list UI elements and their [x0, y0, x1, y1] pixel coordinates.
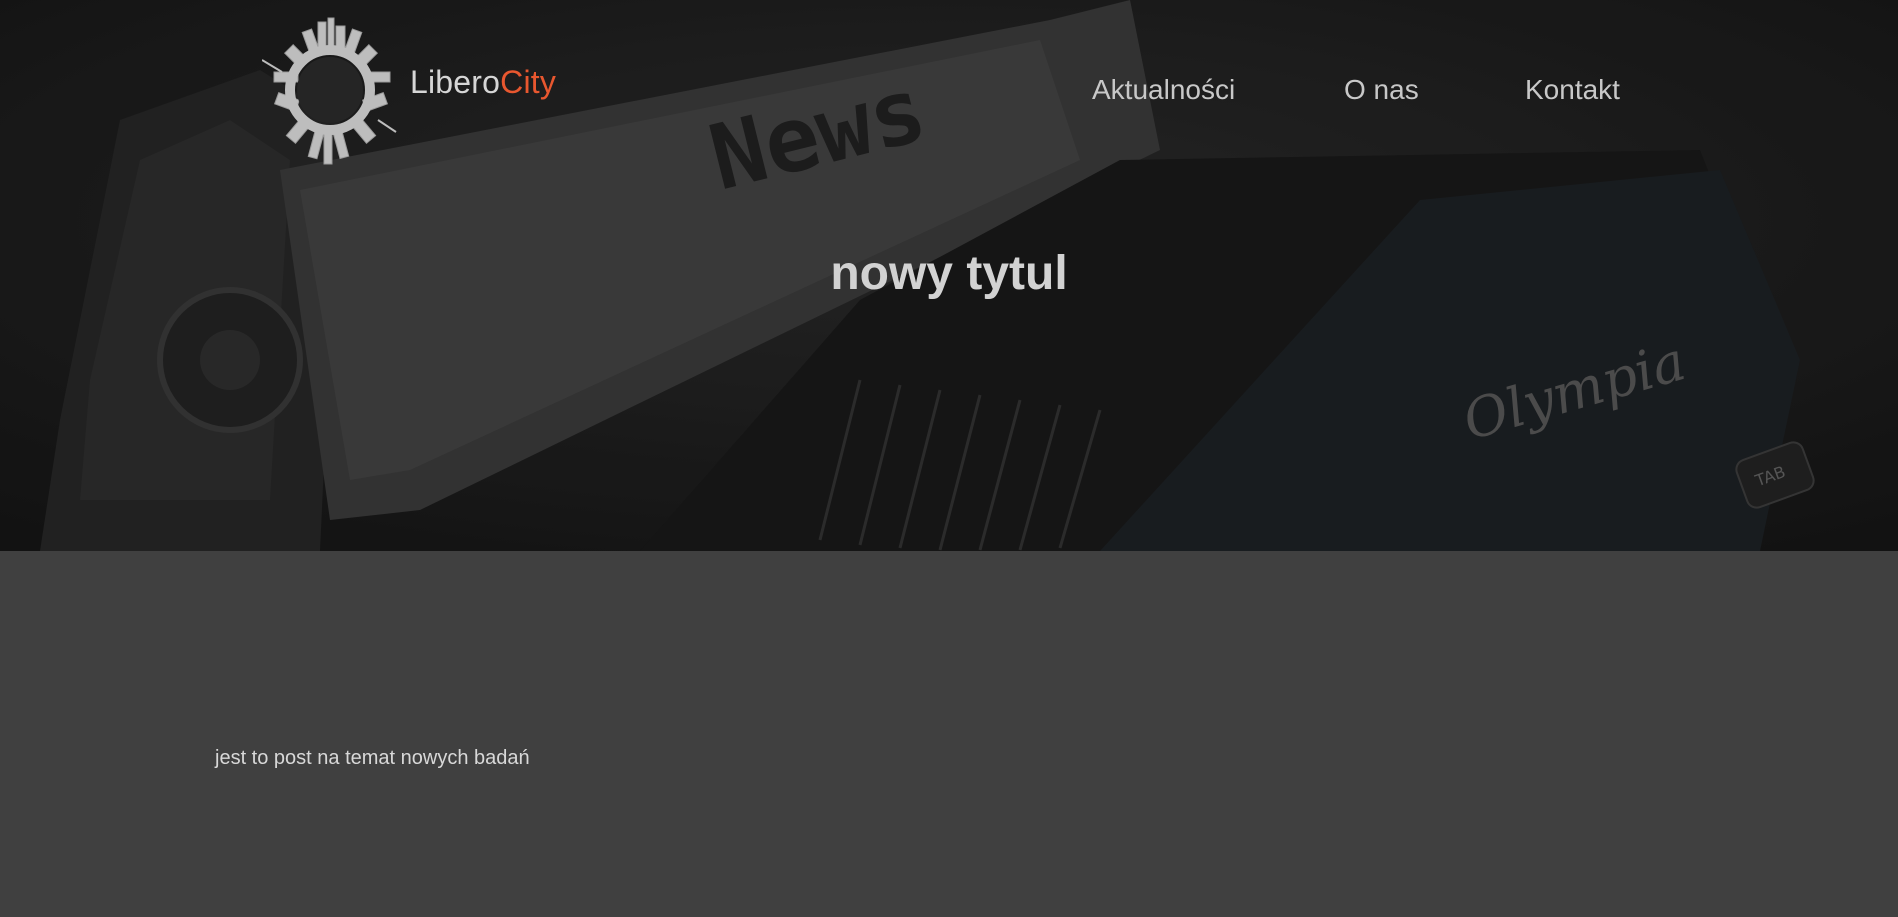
- page-title: nowy tytul: [830, 247, 1068, 300]
- city-globe-icon[interactable]: [262, 16, 398, 166]
- page: News Olympia TAB LiberoCity Aktualności …: [0, 0, 1898, 917]
- hero-banner: News Olympia TAB LiberoCity Aktualności …: [0, 0, 1898, 551]
- nav-link-aktualnosci[interactable]: Aktualności: [1092, 74, 1235, 106]
- brand-name-part2: City: [500, 64, 557, 100]
- brand-name-part1: Libero: [410, 64, 501, 100]
- brand-name[interactable]: LiberoCity: [410, 64, 556, 101]
- nav-link-kontakt[interactable]: Kontakt: [1525, 74, 1620, 106]
- nav-link-o-nas[interactable]: O nas: [1344, 74, 1419, 106]
- post-body-text: jest to post na temat nowych badań: [215, 747, 530, 769]
